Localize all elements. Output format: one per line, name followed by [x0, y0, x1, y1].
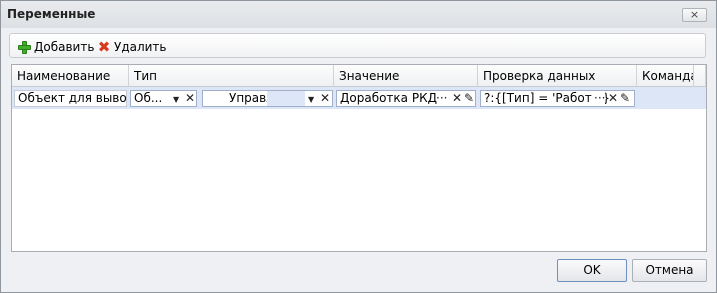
- toolbar: Добавить ✖ Удалить: [9, 33, 706, 58]
- clear-icon[interactable]: ✕: [608, 91, 618, 106]
- clear-icon[interactable]: ✕: [320, 91, 330, 106]
- variables-dialog: Переменные × Добавить ✖ Удалить Наименов…: [0, 0, 717, 293]
- close-button[interactable]: ×: [682, 8, 707, 22]
- name-field[interactable]: Объект для вывода: [14, 90, 127, 107]
- type-select[interactable]: Об... ▼ ✕: [130, 90, 197, 107]
- chevron-down-icon[interactable]: ▼: [308, 92, 314, 106]
- name-value: Объект для вывода: [18, 91, 127, 105]
- more-icon[interactable]: ···: [436, 91, 447, 106]
- dialog-title: Переменные: [7, 7, 96, 21]
- chevron-down-icon[interactable]: ▼: [173, 92, 179, 106]
- subtype-select[interactable]: Управл ▼ ✕: [202, 90, 333, 107]
- column-header-name[interactable]: Наименование: [12, 65, 129, 87]
- command-cell[interactable]: [637, 87, 694, 109]
- validation-field[interactable]: ?:{[Тип] = 'Работа'} ··· ✕ ✎: [480, 90, 635, 107]
- ok-button[interactable]: OK: [557, 259, 627, 282]
- column-header-filler: [694, 65, 706, 87]
- table-row[interactable]: Объект для вывода Об... ▼ ✕ Управл ▼ ✕ Д…: [12, 87, 706, 109]
- subtype-selection-highlight: [267, 91, 305, 106]
- value-field[interactable]: Доработка РКД ··· ✕ ✎: [336, 90, 476, 107]
- column-header-value[interactable]: Значение: [334, 65, 478, 87]
- add-button[interactable]: Добавить: [17, 38, 94, 55]
- type-value: Об...: [134, 91, 163, 105]
- value-text: Доработка РКД: [340, 91, 437, 105]
- plus-icon: [17, 40, 31, 54]
- column-header-type[interactable]: Тип: [129, 65, 334, 87]
- clear-icon[interactable]: ✕: [185, 91, 195, 106]
- title-bar: Переменные ×: [1, 1, 716, 28]
- add-button-label: Добавить: [34, 39, 95, 54]
- delete-button[interactable]: ✖ Удалить: [97, 38, 167, 55]
- column-header-validation[interactable]: Проверка данных: [478, 65, 637, 87]
- column-header-command[interactable]: Команда: [637, 65, 694, 87]
- cancel-button[interactable]: Отмена: [632, 259, 707, 282]
- clear-icon[interactable]: ✕: [452, 91, 462, 106]
- more-icon[interactable]: ···: [592, 91, 606, 106]
- edit-icon[interactable]: ✎: [464, 91, 474, 106]
- edit-icon[interactable]: ✎: [620, 91, 630, 106]
- variables-grid: Наименование Тип Значение Проверка данны…: [11, 64, 707, 252]
- delete-button-label: Удалить: [114, 39, 167, 54]
- delete-icon: ✖: [97, 37, 111, 56]
- close-icon: ×: [689, 8, 700, 21]
